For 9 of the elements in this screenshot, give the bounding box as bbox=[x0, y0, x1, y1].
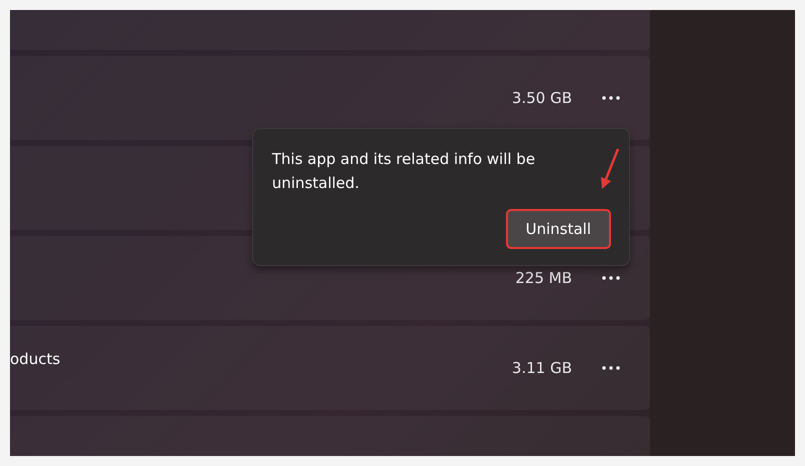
uninstall-button[interactable]: Uninstall bbox=[506, 209, 611, 249]
more-icon bbox=[602, 366, 620, 370]
more-icon bbox=[602, 276, 620, 280]
app-size: 3.50 GB bbox=[512, 89, 572, 107]
app-size: 225 MB bbox=[515, 269, 572, 287]
uninstall-message: This app and its related info will be uninstalled. bbox=[272, 149, 536, 194]
app-size: 3.11 GB bbox=[512, 359, 572, 377]
app-name: oducts bbox=[10, 350, 60, 368]
more-icon bbox=[602, 96, 620, 100]
